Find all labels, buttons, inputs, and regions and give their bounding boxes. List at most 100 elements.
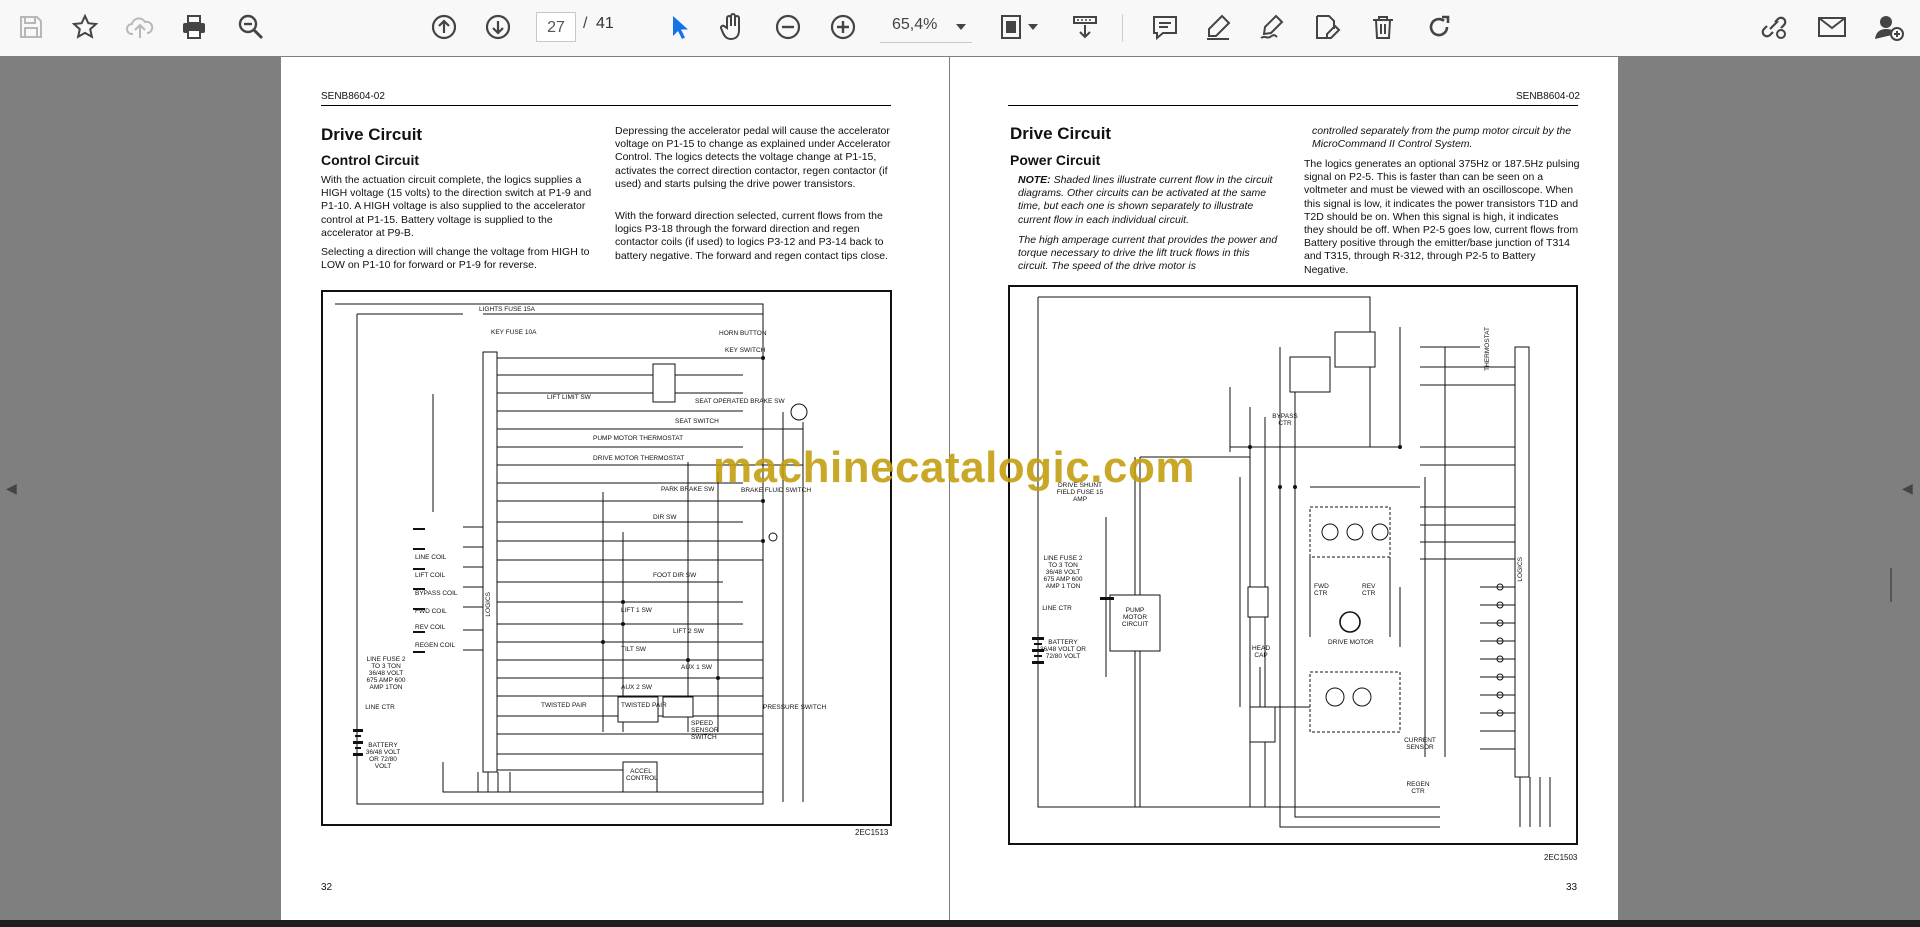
- email-envelope-icon[interactable]: [1815, 8, 1849, 46]
- diagram-label: BYPASS COIL: [415, 590, 458, 597]
- note-text: Shaded lines illustrate current flow in …: [1018, 174, 1273, 226]
- edit-document-icon[interactable]: [1310, 8, 1344, 46]
- diagram-label: HEAD CAP: [1251, 645, 1271, 659]
- diagram-label: FWD CTR: [1314, 583, 1329, 597]
- page-number: 32: [321, 882, 333, 893]
- diagram-label: LIFT 1 SW: [621, 607, 652, 614]
- diagram-label: REV CTR: [1362, 583, 1376, 597]
- diagram-label: SPEED SENSOR SWITCH: [691, 720, 719, 741]
- watermark-text: machinecatalogic.com: [713, 443, 1195, 492]
- diagram-label: TILT SW: [621, 646, 647, 653]
- diagram-label: FWD COIL: [415, 608, 447, 615]
- bookmark-star-icon[interactable]: [68, 8, 102, 46]
- hand-tool-icon[interactable]: [716, 8, 750, 46]
- fit-page-icon[interactable]: [995, 8, 1045, 46]
- save-icon[interactable]: [14, 8, 48, 46]
- zoom-out-search-icon[interactable]: [234, 8, 268, 46]
- control-circuit-diagram: LIGHTS FUSE 15A KEY FUSE 10A HORN BUTTON…: [321, 290, 892, 826]
- next-page-icon[interactable]: [481, 8, 515, 46]
- diagram-label: PARK BRAKE SW: [661, 486, 715, 493]
- rotate-redo-icon[interactable]: [1422, 8, 1456, 46]
- panel-resize-handle[interactable]: [1890, 568, 1892, 602]
- diagram-label: DRIVE MOTOR THERMOSTAT: [593, 455, 685, 462]
- diagram-label: LOGICS: [1517, 557, 1524, 582]
- diagram-label: LIFT COIL: [415, 572, 446, 579]
- previous-page-icon[interactable]: [427, 8, 461, 46]
- diagram-label: SEAT OPERATED BRAKE SW: [695, 398, 785, 405]
- draw-sign-icon[interactable]: [1255, 8, 1289, 46]
- power-circuit-diagram: DRIVE SHUNT FIELD FUSE 15 AMP LINE FUSE …: [1008, 285, 1578, 845]
- diagram-label: ACCEL CONTROL: [626, 768, 658, 782]
- right-panel-toggle-icon[interactable]: ◀: [1902, 480, 1913, 497]
- diagram-label: LIFT LIMIT SW: [547, 394, 591, 401]
- diagram-label: FOOT DIR SW: [653, 572, 697, 579]
- page-number: 33: [1566, 882, 1578, 893]
- section-title: Drive Circuit: [1010, 124, 1112, 143]
- zoom-out-icon[interactable]: [771, 8, 805, 46]
- add-user-icon[interactable]: [1871, 8, 1907, 46]
- page-header: SENB8604-02: [1516, 91, 1580, 102]
- diagram-label: REGEN COIL: [415, 642, 456, 649]
- body-paragraph: The logics generates an optional 375Hz o…: [1304, 158, 1580, 276]
- highlight-pen-icon[interactable]: [1201, 8, 1235, 46]
- header-rule: [321, 105, 891, 106]
- page-header: SENB8604-02: [321, 91, 385, 102]
- diagram-label: REV COIL: [415, 624, 446, 631]
- page-separator: /: [583, 15, 588, 32]
- diagram-label: BATTERY 36/48 VOLT OR 72/80 VOLT: [365, 742, 401, 770]
- note-label: NOTE:: [1018, 174, 1051, 186]
- body-paragraph: With the actuation circuit complete, the…: [321, 174, 592, 239]
- power-circuit-wiring: [1032, 296, 1551, 828]
- note-paragraph: NOTE: Shaded lines illustrate current fl…: [1018, 174, 1280, 227]
- page-total: 41: [596, 15, 614, 32]
- page-number-input[interactable]: 27: [536, 12, 576, 42]
- figure-id: 2EC1503: [1544, 853, 1578, 862]
- diagram-label: TWISTED PAIR: [621, 702, 667, 709]
- share-link-icon[interactable]: [1757, 8, 1791, 46]
- cloud-upload-icon[interactable]: [123, 8, 157, 46]
- taskbar-strip: [0, 920, 1920, 927]
- comment-icon[interactable]: [1148, 8, 1182, 46]
- diagram-label: REGEN CTR: [1406, 781, 1430, 795]
- select-cursor-icon[interactable]: [664, 8, 694, 46]
- diagram-label: PUMP MOTOR CIRCUIT: [1121, 607, 1149, 628]
- diagram-label: KEY FUSE 10A: [491, 329, 537, 336]
- diagram-label: BYPASS CTR: [1272, 413, 1298, 427]
- section-subtitle: Power Circuit: [1010, 152, 1101, 168]
- toolbar-divider: [1122, 14, 1123, 42]
- diagram-label: CURRENT SENSOR: [1404, 737, 1436, 751]
- zoom-dropdown-chevron-icon[interactable]: [951, 8, 971, 46]
- zoom-underline: [880, 42, 972, 43]
- diagram-label: AUX 2 SW: [621, 684, 653, 691]
- diagram-label: LINE FUSE 2 TO 3 TON 36/48 VOLT 675 AMP …: [1043, 555, 1083, 590]
- diagram-label: AUX 1 SW: [681, 664, 713, 671]
- diagram-label: LIFT 2 SW: [673, 628, 704, 635]
- diagram-label: SEAT SWITCH: [675, 418, 719, 425]
- diagram-label: LINE FUSE 2 TO 3 TON 36/48 VOLT 675 AMP …: [366, 656, 406, 691]
- diagram-label: LINE COIL: [415, 554, 447, 561]
- body-paragraph: Selecting a direction will change the vo…: [321, 246, 590, 272]
- diagram-label: THERMOSTAT: [1484, 327, 1491, 371]
- diagram-label: LINE CTR: [1042, 605, 1072, 612]
- body-paragraph: With the forward direction selected, cur…: [615, 210, 888, 262]
- body-paragraph: controlled separately from the pump moto…: [1312, 125, 1572, 151]
- diagram-label: PRESSURE SWITCH: [763, 704, 827, 711]
- control-circuit-wiring: [335, 303, 808, 805]
- diagram-label: HORN BUTTON: [719, 330, 767, 337]
- left-panel-toggle-icon[interactable]: ◀: [6, 480, 17, 497]
- diagram-label: BATTERY 36/48 VOLT OR 72/80 VOLT: [1040, 639, 1087, 660]
- diagram-label: DRIVE MOTOR: [1328, 639, 1374, 646]
- section-title: Drive Circuit: [321, 125, 423, 144]
- delete-trash-icon[interactable]: [1366, 8, 1400, 46]
- zoom-in-icon[interactable]: [826, 8, 860, 46]
- body-paragraph: Depressing the accelerator pedal will ca…: [615, 125, 891, 190]
- zoom-level[interactable]: 65,4%: [892, 16, 937, 34]
- diagram-label: LIGHTS FUSE 15A: [479, 306, 535, 313]
- section-subtitle: Control Circuit: [321, 152, 419, 168]
- print-icon[interactable]: [177, 8, 211, 46]
- scroll-mode-icon[interactable]: [1068, 8, 1102, 46]
- body-paragraph: The high amperage current that provides …: [1018, 234, 1278, 273]
- diagram-label: LINE CTR: [365, 704, 395, 711]
- diagram-label: DIR SW: [653, 514, 677, 521]
- toolbar: 27 / 41 65,4%: [0, 0, 1920, 57]
